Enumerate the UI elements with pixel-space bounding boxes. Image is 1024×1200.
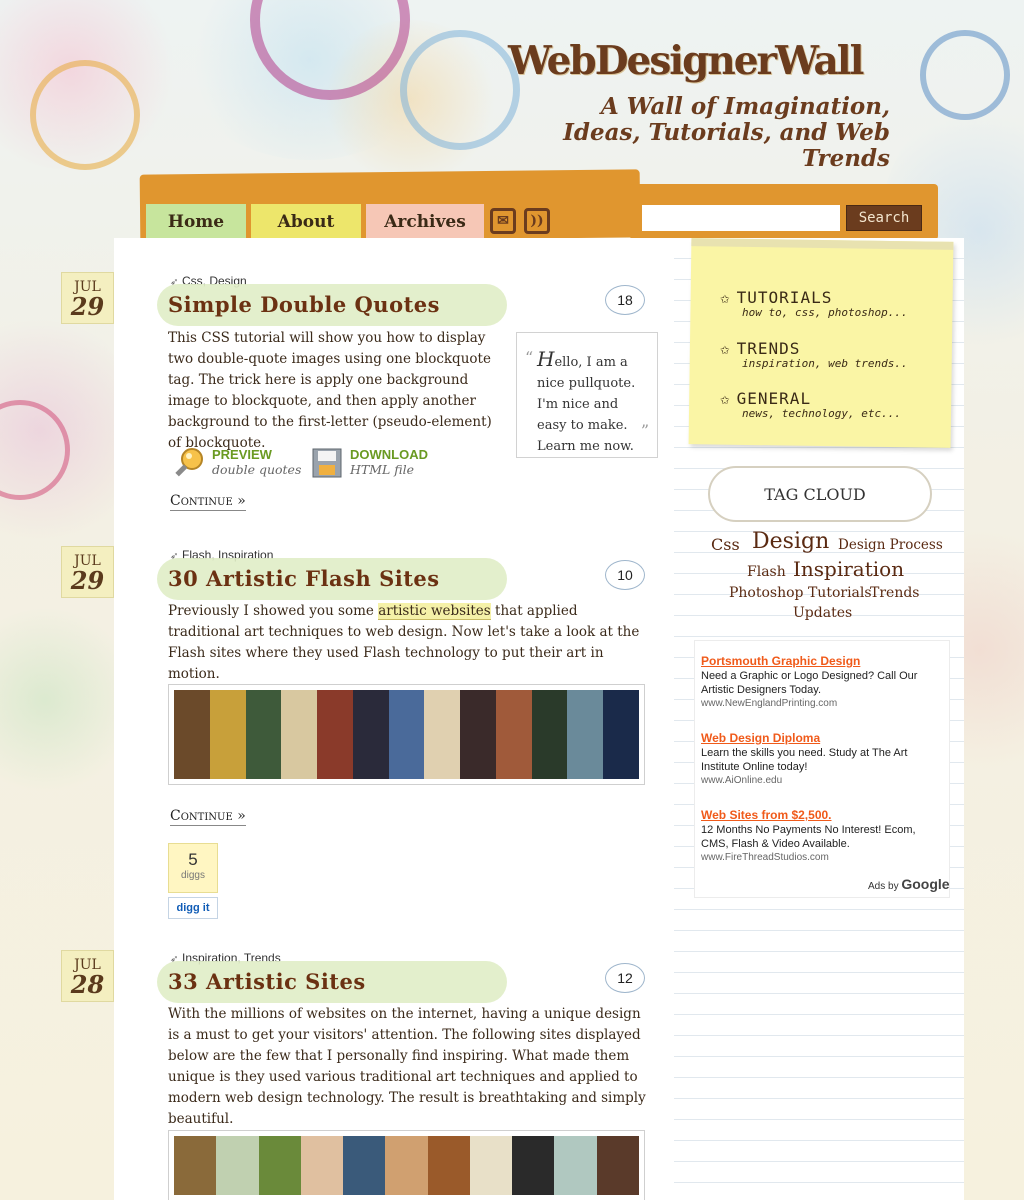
- post-date: JUL 29: [61, 546, 114, 598]
- star-icon: ✩: [720, 339, 731, 358]
- ads-by-google[interactable]: Ads by Google: [868, 876, 950, 892]
- artistic-sites-collage[interactable]: [168, 1130, 645, 1200]
- digg-count: 5: [188, 850, 198, 869]
- category-sub: news, technology, etc...: [742, 407, 901, 420]
- open-quote-icon: “: [525, 348, 534, 367]
- ad-link[interactable]: Web Design Diploma: [701, 731, 820, 745]
- nav-tab-about[interactable]: About: [251, 204, 361, 240]
- close-quote-icon: ”: [640, 421, 649, 440]
- comment-count[interactable]: 18: [605, 285, 645, 315]
- flash-sites-collage[interactable]: [168, 684, 645, 785]
- collage-image: [174, 690, 639, 779]
- pullquote-first-letter: H: [537, 347, 555, 371]
- digg-counter[interactable]: 5 diggs: [168, 843, 218, 893]
- ad-text: Learn the skills you need. Study at The …: [701, 747, 908, 773]
- category-sub: how to, css, photoshop...: [742, 306, 908, 319]
- artistic-websites-link[interactable]: artistic websites: [378, 603, 491, 620]
- post-title[interactable]: 30 Artistic Flash Sites: [168, 566, 440, 591]
- post-excerpt: This CSS tutorial will show you how to d…: [168, 330, 492, 451]
- rss-icon[interactable]: )): [524, 208, 550, 234]
- post-excerpt: With the millions of websites on the int…: [168, 1006, 646, 1127]
- continue-link[interactable]: Continue »: [170, 493, 246, 511]
- category-tutorials[interactable]: ✩ TUTORIALS how to, css, photoshop...: [720, 288, 908, 319]
- post-excerpt: Previously I showed you some artistic we…: [168, 601, 648, 685]
- tag-cloud-title: TAG CLOUD: [764, 485, 866, 504]
- tag-design-process[interactable]: Design Process: [838, 537, 943, 553]
- mail-icon[interactable]: ✉: [490, 208, 516, 234]
- ad-url[interactable]: www.FireThreadStudios.com: [701, 852, 829, 863]
- tag-css[interactable]: Css: [711, 535, 740, 554]
- post-title[interactable]: Simple Double Quotes: [168, 292, 440, 317]
- category-sub: inspiration, web trends..: [742, 357, 908, 370]
- download-link[interactable]: DOWNLOAD: [350, 447, 428, 462]
- post-date: JUL 29: [61, 272, 114, 324]
- search-input[interactable]: [642, 205, 840, 231]
- ad-url[interactable]: www.NewEnglandPrinting.com: [701, 698, 837, 709]
- tag-flash[interactable]: Flash: [747, 564, 786, 580]
- tag-inspiration[interactable]: Inspiration: [793, 557, 904, 581]
- tag-updates[interactable]: Updates: [793, 605, 852, 621]
- star-icon: ✩: [720, 288, 731, 307]
- site-tagline: A Wall of Imagination, Ideas, Tutorials,…: [563, 93, 890, 172]
- pullquote: “ Hello, I am a nice pullquote. I'm nice…: [516, 332, 658, 458]
- date-day: 29: [70, 292, 105, 321]
- date-day: 29: [70, 566, 105, 595]
- star-icon: ✩: [720, 389, 731, 408]
- tag-trends[interactable]: Trends: [870, 585, 919, 601]
- category-general[interactable]: ✩ GENERAL news, technology, etc...: [720, 389, 901, 420]
- category-name[interactable]: TRENDS: [737, 339, 801, 358]
- preview-link[interactable]: PREVIEW: [212, 447, 272, 462]
- digg-label: diggs: [181, 870, 205, 881]
- google-logo: Google: [901, 876, 950, 892]
- collage-image: [174, 1136, 639, 1195]
- ad-url[interactable]: www.AiOnline.edu: [701, 775, 782, 786]
- category-name[interactable]: TUTORIALS: [737, 288, 833, 307]
- ad-text: 12 Months No Payments No Interest! Ecom,…: [701, 824, 916, 850]
- ads-by-label: Ads by: [868, 881, 899, 892]
- site-logo[interactable]: WebDesignerWall: [508, 38, 864, 84]
- category-trends[interactable]: ✩ TRENDS inspiration, web trends..: [720, 339, 908, 370]
- ad-text: Need a Graphic or Logo Designed? Call Ou…: [701, 670, 918, 696]
- date-day: 28: [70, 970, 105, 999]
- ad-link[interactable]: Portsmouth Graphic Design: [701, 654, 860, 668]
- tag-design[interactable]: Design: [752, 529, 829, 554]
- category-name[interactable]: GENERAL: [737, 389, 811, 408]
- post-title[interactable]: 33 Artistic Sites: [168, 969, 366, 994]
- post-date: JUL 28: [61, 950, 114, 1002]
- tag-photoshop-tutorials[interactable]: Photoshop Tutorials: [729, 585, 872, 601]
- download-sub: HTML file: [350, 462, 415, 477]
- nav-tab-archives[interactable]: Archives: [366, 204, 484, 240]
- digg-it-button[interactable]: digg it: [168, 897, 218, 919]
- ad-link[interactable]: Web Sites from $2,500.: [701, 808, 832, 822]
- search-button[interactable]: Search: [846, 205, 922, 231]
- preview-sub: double quotes: [212, 462, 302, 477]
- nav-tab-home[interactable]: Home: [146, 204, 246, 240]
- comment-count[interactable]: 10: [605, 560, 645, 590]
- disk-icon[interactable]: [310, 446, 344, 480]
- comment-count[interactable]: 12: [605, 963, 645, 993]
- magnifier-icon[interactable]: [172, 446, 206, 480]
- continue-link[interactable]: Continue »: [170, 808, 246, 826]
- excerpt-text: Previously I showed you some: [168, 603, 379, 619]
